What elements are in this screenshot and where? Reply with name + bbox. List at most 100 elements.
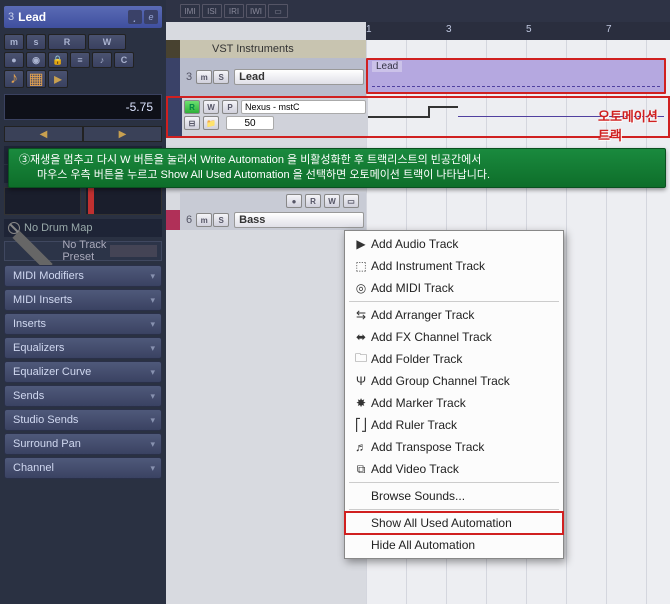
vst-instruments-row: VST Instruments	[166, 40, 670, 58]
fx-icon: ⬌	[351, 330, 371, 344]
record-button[interactable]: ●	[4, 52, 24, 68]
bass-track-header[interactable]: 6 m S Bass	[180, 210, 366, 230]
panel-sends[interactable]: Sends▾	[4, 385, 162, 407]
bass-name-field[interactable]: Bass	[234, 212, 364, 228]
auto-param-field[interactable]: Nexus - mstC	[241, 100, 366, 114]
auto-value-field[interactable]: 50	[226, 116, 274, 130]
menu-separator	[349, 301, 559, 302]
lead-solo-button[interactable]: S	[213, 70, 229, 84]
tool-iri-icon[interactable]: IRI	[224, 4, 244, 18]
timebase-button[interactable]: ♪	[92, 52, 112, 68]
cube-icon	[110, 245, 157, 257]
auto-read-button[interactable]: R	[184, 100, 200, 114]
menu-add-folder[interactable]: 🗀Add Folder Track	[345, 348, 563, 370]
panel-studio-sends[interactable]: Studio Sends▾	[4, 409, 162, 431]
region-label: Lead	[372, 61, 402, 72]
automation-lane[interactable]: 오토메이션 트랙	[368, 98, 664, 136]
bass-mute-button[interactable]: m	[196, 213, 212, 227]
drum-map-icon[interactable]: ▦	[26, 70, 46, 88]
lead-track-number: 3	[186, 71, 192, 83]
menu-add-group[interactable]: ΨAdd Group Channel Track	[345, 370, 563, 392]
lead-track-header[interactable]: 3 m S Lead	[180, 58, 366, 96]
folder-icon: 🗀	[351, 349, 371, 370]
lead-midi-region[interactable]: Lead	[366, 58, 666, 94]
menu-add-arranger[interactable]: ⇆Add Arranger Track	[345, 304, 563, 326]
solo-button[interactable]: s	[26, 34, 46, 50]
read-auto-button[interactable]: R	[48, 34, 86, 50]
panel-midi-modifiers[interactable]: MIDI Modifiers▾	[4, 265, 162, 287]
vst-track-header[interactable]: VST Instruments	[180, 40, 366, 58]
menu-browse-sounds[interactable]: Browse Sounds...	[345, 485, 563, 507]
bass-track-row: 6 m S Bass	[166, 210, 670, 230]
panel-midi-inserts[interactable]: MIDI Inserts▾	[4, 289, 162, 311]
menu-add-transpose[interactable]: ♬Add Transpose Track	[345, 436, 563, 458]
tool-square-icon[interactable]: ▭	[268, 4, 288, 18]
play-icon: ▶	[351, 237, 371, 251]
auto-folder-button[interactable]: 📁	[203, 116, 219, 130]
lead-handle[interactable]	[166, 58, 180, 96]
track-toolbar: IMI ISI IRI IWI ▭	[166, 0, 670, 22]
auto-mute-button[interactable]: ⊟	[184, 116, 200, 130]
inspector-track-header[interactable]: 3 Lead e	[4, 6, 162, 28]
video-icon: ⧉	[351, 462, 371, 477]
color-icon[interactable]	[128, 10, 142, 24]
menu-add-marker[interactable]: ✸Add Marker Track	[345, 392, 563, 414]
edit-icon[interactable]: e	[144, 10, 158, 24]
note-icon[interactable]: ♪	[4, 70, 24, 88]
bass-handle[interactable]	[166, 210, 180, 230]
context-menu: ▶Add Audio Track ⬚Add Instrument Track ◎…	[344, 230, 564, 559]
write-auto-button[interactable]: W	[88, 34, 126, 50]
automation-track-header[interactable]: R W P Nexus - mstC ⊟ 📁 50	[182, 98, 368, 136]
panel-equalizers[interactable]: Equalizers▾	[4, 337, 162, 359]
mute-button[interactable]: m	[4, 34, 24, 50]
prev-button[interactable]: ◀	[4, 126, 83, 142]
drum-map-selector[interactable]: No Drum Map	[4, 219, 162, 237]
auto-p-button[interactable]: P	[222, 100, 238, 114]
transpose-icon: ♬	[351, 440, 371, 454]
sub-record-button[interactable]: ●	[286, 194, 302, 208]
tool-iwi-icon[interactable]: IWI	[246, 4, 266, 18]
midi-notes-icon	[372, 80, 660, 92]
vst-handle[interactable]	[166, 40, 180, 58]
lock-button[interactable]: 🔒	[48, 52, 68, 68]
menu-add-audio[interactable]: ▶Add Audio Track	[345, 233, 563, 255]
auto-handle[interactable]	[168, 98, 182, 136]
menu-add-instrument[interactable]: ⬚Add Instrument Track	[345, 255, 563, 277]
tool-imi-icon[interactable]: IMI	[180, 4, 200, 18]
track-preset-selector[interactable]: No Track Preset	[4, 241, 162, 261]
panel-channel[interactable]: Channel▾	[4, 457, 162, 479]
ruler-icon: ⎡⎦	[351, 418, 371, 432]
subtrack-header[interactable]: ● R W ▭	[180, 192, 366, 210]
sub-edit-button[interactable]: ▭	[343, 194, 359, 208]
bass-solo-button[interactable]: S	[213, 213, 229, 227]
c-button[interactable]: C	[114, 52, 134, 68]
lead-name-field[interactable]: Lead	[234, 69, 364, 85]
menu-show-all-automation[interactable]: Show All Used Automation	[345, 512, 563, 534]
menu-hide-all-automation[interactable]: Hide All Automation	[345, 534, 563, 556]
group-icon: Ψ	[351, 374, 371, 388]
play-icon[interactable]: ▸	[48, 70, 68, 88]
arrange-area: IMI ISI IRI IWI ▭ 1 3 5 7 9 11 VST Instr…	[166, 0, 670, 604]
menu-add-video[interactable]: ⧉Add Video Track	[345, 458, 563, 480]
sub-read-button[interactable]: R	[305, 194, 321, 208]
value-display[interactable]: -5.75	[4, 94, 162, 120]
lead-mute-button[interactable]: m	[196, 70, 212, 84]
menu-add-fx[interactable]: ⬌Add FX Channel Track	[345, 326, 563, 348]
monitor-button[interactable]: ◉	[26, 52, 46, 68]
lead-track-row: 3 m S Lead Lead	[166, 58, 670, 96]
menu-add-midi[interactable]: ◎Add MIDI Track	[345, 277, 563, 299]
sub-write-button[interactable]: W	[324, 194, 340, 208]
panel-surround-pan[interactable]: Surround Pan▾	[4, 433, 162, 455]
next-button[interactable]: ▶	[83, 126, 162, 142]
auto-write-button[interactable]: W	[203, 100, 219, 114]
panel-inserts[interactable]: Inserts▾	[4, 313, 162, 335]
panel-eq-curve[interactable]: Equalizer Curve▾	[4, 361, 162, 383]
lane-button[interactable]: ≡	[70, 52, 90, 68]
step-number: ③	[19, 154, 30, 166]
marker-icon: ✸	[351, 396, 371, 410]
bass-track-number: 6	[186, 214, 192, 226]
menu-add-ruler[interactable]: ⎡⎦Add Ruler Track	[345, 414, 563, 436]
timeline-ruler[interactable]: 1 3 5 7 9 11	[366, 22, 670, 40]
tool-isi-icon[interactable]: ISI	[202, 4, 222, 18]
automation-track-row: R W P Nexus - mstC ⊟ 📁 50 오토메이션 트랙	[166, 96, 670, 138]
